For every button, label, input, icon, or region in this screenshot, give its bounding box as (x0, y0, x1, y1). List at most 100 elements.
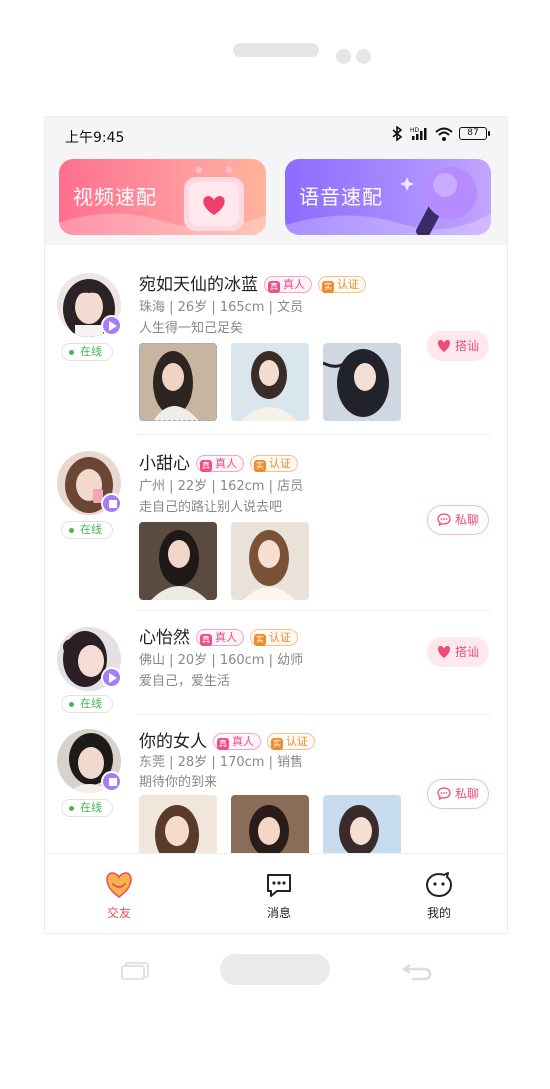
video-match-label: 视频速配 (73, 185, 157, 209)
status-bar: 上午9:45 HD 87 (45, 117, 507, 153)
private-chat-button[interactable]: 私聊 (427, 505, 489, 535)
chat-up-label: 搭讪 (454, 645, 479, 659)
match-banner-area: 视频速配 语音速配 (45, 153, 507, 245)
chat-up-button[interactable]: 搭讪 (427, 331, 489, 361)
user-name: 小甜心真真人实认证 (139, 449, 298, 474)
real-badge-icon: 真 (200, 460, 212, 472)
tab-messages-label: 消息 (266, 906, 291, 920)
user-meta: 佛山 | 20岁 | 160cm | 幼师 (139, 653, 304, 668)
user-name-text: 宛如天仙的冰蓝 (139, 275, 258, 295)
photo-row (139, 343, 401, 421)
real-badge-label: 真人 (215, 457, 237, 470)
auth-badge-icon: 实 (271, 738, 283, 750)
verified-badge: 实认证 (318, 276, 366, 293)
user-card[interactable]: 在线 你的女人真真人实认证 东莞 | 28岁 | 170cm | 销售 期待你的… (45, 715, 507, 853)
auth-badge-label: 认证 (269, 631, 291, 644)
private-chat-label: 私聊 (454, 787, 479, 801)
status-time: 上午9:45 (65, 130, 125, 146)
bottom-tab-bar: 交友 消息 我的 (45, 853, 507, 933)
user-bio: 爱自己，爱生活 (139, 674, 231, 689)
user-photo[interactable] (323, 795, 401, 853)
user-photo[interactable] (139, 343, 217, 421)
recent-apps-button[interactable] (121, 962, 149, 980)
user-name: 心怡然真真人实认证 (139, 623, 298, 648)
real-badge-icon: 真 (200, 634, 212, 646)
voice-play-button[interactable] (101, 667, 122, 688)
real-badge-label: 真人 (232, 735, 254, 748)
auth-badge-label: 认证 (286, 735, 308, 748)
phone-sensor (356, 49, 371, 64)
user-bio: 人生得一知己足矣 (139, 321, 244, 336)
user-bio: 期待你的到来 (139, 775, 218, 790)
verified-badge: 实认证 (250, 629, 298, 646)
user-photo[interactable] (231, 343, 309, 421)
real-badge-label: 真人 (215, 631, 237, 644)
online-badge: 在线 (61, 521, 113, 539)
private-chat-label: 私聊 (454, 513, 479, 527)
voice-match-banner[interactable]: 语音速配 (285, 159, 491, 235)
bluetooth-icon (392, 126, 403, 141)
voice-play-button[interactable] (101, 771, 122, 792)
tab-friends-label: 交友 (106, 906, 131, 920)
real-person-badge: 真真人 (196, 455, 244, 472)
verified-badge: 实认证 (267, 733, 315, 750)
user-meta: 珠海 | 26岁 | 165cm | 文员 (139, 300, 304, 315)
user-photo[interactable] (231, 522, 309, 600)
svg-text:HD: HD (410, 127, 420, 134)
tab-mine[interactable]: 我的 (399, 872, 479, 921)
real-person-badge: 真真人 (196, 629, 244, 646)
battery-icon: 87 (459, 127, 490, 140)
real-person-badge: 真真人 (213, 733, 261, 750)
home-button[interactable] (220, 954, 330, 985)
auth-badge-icon: 实 (254, 634, 266, 646)
wifi-icon (435, 127, 453, 141)
tab-mine-label: 我的 (426, 906, 451, 920)
user-photo[interactable] (139, 522, 217, 600)
real-badge-icon: 真 (217, 738, 229, 750)
auth-badge-label: 认证 (337, 278, 359, 291)
online-badge: 在线 (61, 799, 113, 817)
user-name-text: 你的女人 (139, 732, 207, 752)
user-meta: 广州 | 22岁 | 162cm | 店员 (139, 479, 304, 494)
user-photo[interactable] (139, 795, 217, 853)
real-person-badge: 真真人 (264, 276, 312, 293)
user-card[interactable]: 在线 小甜心真真人实认证 广州 | 22岁 | 162cm | 店员 走自己的路… (45, 435, 507, 611)
photo-row (139, 795, 401, 853)
user-meta: 东莞 | 28岁 | 170cm | 销售 (139, 755, 304, 770)
phone-speaker (233, 43, 319, 57)
chat-bubble-icon (437, 513, 451, 526)
auth-badge-icon: 实 (322, 281, 334, 293)
voice-match-label: 语音速配 (299, 185, 383, 209)
status-icons: HD 87 (391, 126, 490, 141)
smiling-heart-icon (106, 872, 132, 898)
user-photo[interactable] (323, 343, 401, 421)
phone-camera (336, 49, 351, 64)
video-match-banner[interactable]: 视频速配 (59, 159, 266, 235)
user-name-text: 心怡然 (139, 628, 190, 648)
cell-signal-icon: HD (410, 127, 427, 140)
photo-row (139, 522, 309, 600)
message-icon (267, 874, 291, 897)
chat-up-button[interactable]: 搭讪 (427, 637, 489, 667)
tab-messages[interactable]: 消息 (239, 872, 319, 921)
chat-bubble-icon (437, 787, 451, 800)
auth-badge-label: 认证 (269, 457, 291, 470)
chat-up-label: 搭讪 (454, 339, 479, 353)
user-card[interactable]: 在线 宛如天仙的冰蓝真真人实认证 珠海 | 26岁 | 165cm | 文员 人… (45, 245, 507, 435)
voice-play-button[interactable] (101, 315, 122, 336)
user-name: 你的女人真真人实认证 (139, 727, 315, 752)
user-card[interactable]: 在线 心怡然真真人实认证 佛山 | 20岁 | 160cm | 幼师 爱自己，爱… (45, 611, 507, 715)
back-button[interactable] (402, 961, 432, 981)
voice-play-button[interactable] (101, 493, 122, 514)
user-list[interactable]: 在线 宛如天仙的冰蓝真真人实认证 珠海 | 26岁 | 165cm | 文员 人… (45, 245, 507, 853)
private-chat-button[interactable]: 私聊 (427, 779, 489, 809)
app-screen: 上午9:45 HD 87 视频速配 语音速配 在线 宛如天仙的冰蓝 真 真人 实… (44, 116, 508, 934)
heart-icon (437, 646, 450, 658)
user-photo[interactable] (231, 795, 309, 853)
real-badge-label: 真人 (283, 278, 305, 291)
tab-friends[interactable]: 交友 (79, 872, 159, 921)
user-name-text: 小甜心 (139, 454, 190, 474)
tv-heart-icon (184, 167, 244, 231)
profile-face-icon (426, 872, 452, 897)
verified-badge: 实认证 (250, 455, 298, 472)
